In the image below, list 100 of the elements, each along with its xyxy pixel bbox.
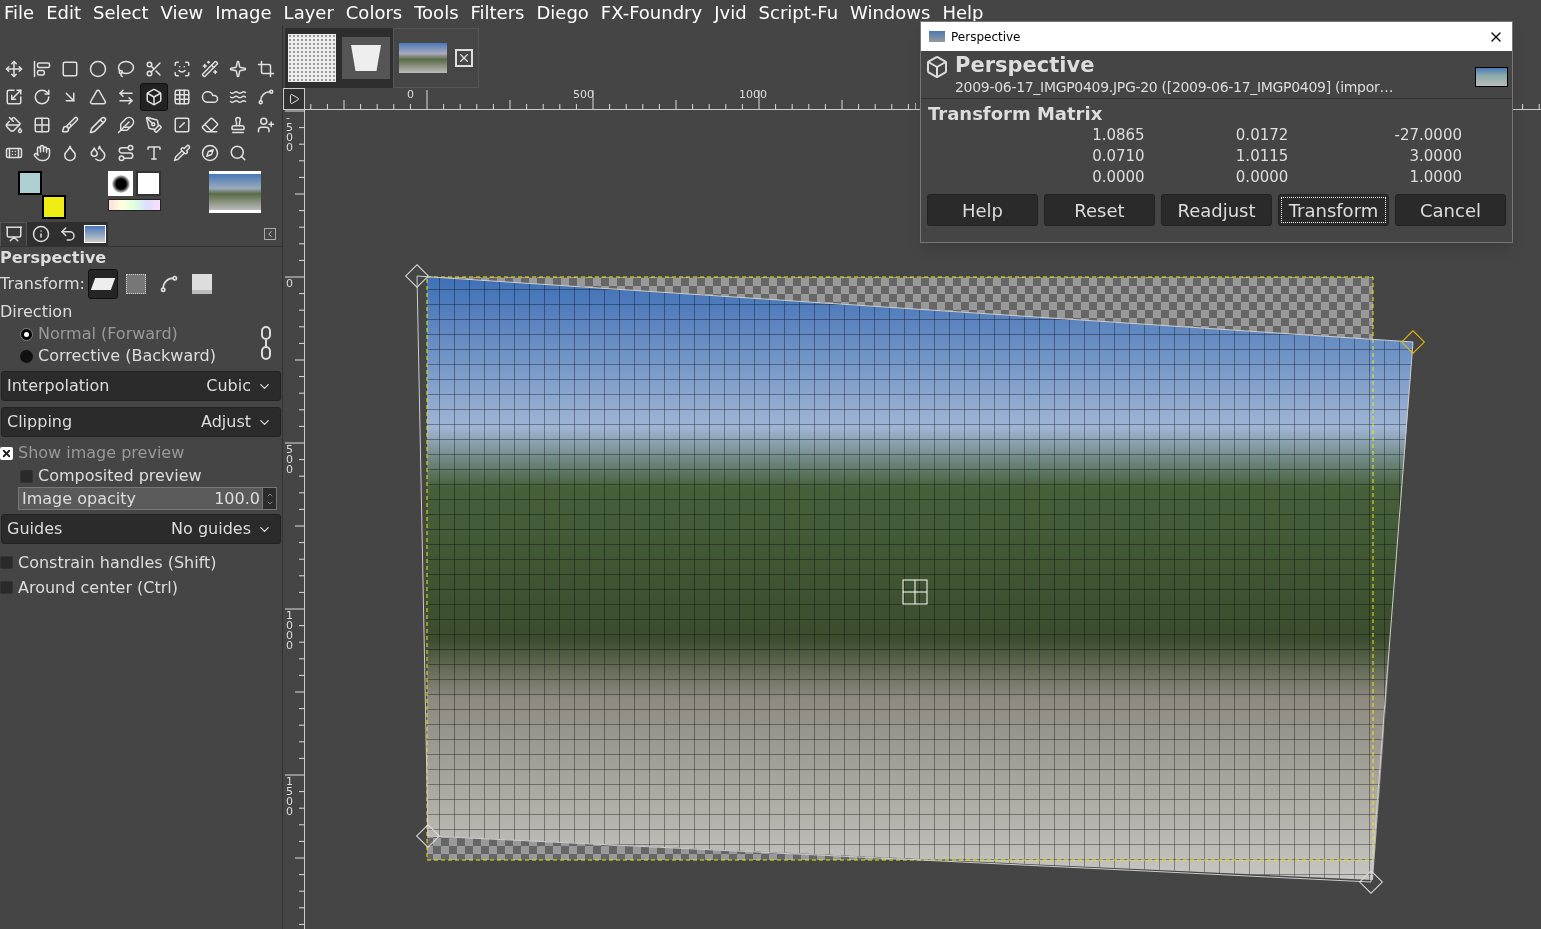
dropdown[interactable]: Clipping Adjust: [1, 407, 281, 437]
paint-bucket-icon: [5, 116, 23, 134]
checkbox-label: Around center (Ctrl): [18, 576, 178, 599]
radio-label: Corrective (Backward): [38, 345, 216, 367]
menu-item[interactable]: FX-Foundry: [600, 3, 703, 22]
dropdown-label: Guides: [7, 518, 63, 540]
arrows-icon: [117, 88, 135, 106]
opacity-slider[interactable]: Image opacity 100.0: [18, 487, 277, 510]
checkbox[interactable]: [20, 469, 33, 483]
dock-tab[interactable]: [81, 221, 108, 246]
stamp-icon: [229, 116, 247, 134]
dialog-button[interactable]: Help: [927, 194, 1038, 226]
menu-item[interactable]: Select: [93, 3, 149, 22]
droplets-icon: [89, 144, 107, 162]
menu-item[interactable]: Image: [215, 3, 272, 22]
matrix-value: 1.0000: [1408, 167, 1462, 188]
rotate-icon: [33, 88, 51, 106]
image-tab[interactable]: [285, 28, 339, 88]
undo-icon: [58, 224, 77, 243]
matrix-value: 0.0710: [1091, 146, 1146, 167]
photo-placeholder: [1475, 67, 1508, 87]
dropdown-label: Clipping: [7, 411, 73, 433]
menu-item[interactable]: Edit: [46, 3, 81, 22]
image-tab[interactable]: [393, 28, 479, 88]
cube-icon: [925, 55, 949, 79]
radio-label: Normal (Forward): [38, 323, 178, 345]
brush-preview[interactable]: [108, 171, 133, 196]
navigate-button[interactable]: [283, 88, 305, 110]
dropdown-value: Adjust: [201, 411, 251, 433]
square-icon: [61, 60, 79, 78]
easel-icon: [4, 225, 23, 243]
corner-handle: [1401, 330, 1425, 354]
ruler-label: 500: [286, 445, 294, 475]
dock-tab[interactable]: [0, 221, 27, 246]
brush-thumbnail: [342, 37, 390, 79]
collapse-icon[interactable]: [264, 227, 276, 240]
dialog-button[interactable]: Readjust: [1161, 194, 1272, 226]
ruler-label: 500: [573, 88, 594, 102]
app-icon: [929, 31, 945, 42]
photo-placeholder: [399, 43, 447, 73]
menu-item[interactable]: Filters: [470, 3, 525, 22]
dropdown[interactable]: Interpolation Cubic: [1, 371, 281, 401]
droplet-icon: [61, 144, 79, 162]
menu-item[interactable]: Jvid: [714, 3, 747, 22]
pattern-preview[interactable]: [136, 171, 161, 196]
dialog-button[interactable]: Transform: [1278, 194, 1389, 226]
transform-mode-button[interactable]: [88, 269, 118, 299]
photo-placeholder[interactable]: [209, 171, 261, 213]
pen-icon: [145, 116, 163, 134]
menu-item[interactable]: Tools: [414, 3, 459, 22]
checkbox[interactable]: [0, 446, 13, 460]
check-icon: [1, 447, 12, 459]
checkbox-label: Composited preview: [38, 465, 202, 487]
circle-icon: [89, 60, 107, 78]
image-icon: [192, 274, 212, 294]
pivot-handle: [902, 579, 928, 605]
menu-item[interactable]: View: [160, 3, 204, 22]
wand-icon: [201, 60, 219, 78]
gradient-preview[interactable]: [108, 199, 161, 211]
direction-label: Direction: [0, 301, 74, 323]
dropdown-value: No guides: [171, 518, 251, 540]
menu-item[interactable]: Script-Fu: [758, 3, 839, 22]
dock-tab[interactable]: [54, 221, 81, 246]
window-title: Perspective: [951, 28, 1022, 46]
menu-item[interactable]: Colors: [345, 3, 403, 22]
tool-button[interactable]: [140, 83, 168, 111]
checkbox[interactable]: [0, 581, 13, 594]
dialog-button[interactable]: Cancel: [1395, 194, 1506, 226]
menu-item[interactable]: File: [4, 3, 35, 22]
matrix-value: -27.0000: [1393, 125, 1462, 146]
radio-button[interactable]: [20, 349, 33, 363]
pattern-thumbnail: [288, 34, 336, 82]
sparkle-icon: [229, 60, 247, 78]
options-title: Perspective: [0, 247, 108, 269]
image-thumbnail: [83, 224, 106, 243]
menu-item[interactable]: Diego: [536, 3, 589, 22]
menu-item[interactable]: Layer: [283, 3, 334, 22]
feather-icon: [117, 116, 135, 134]
close-icon[interactable]: [455, 49, 473, 67]
compass-icon: [201, 144, 219, 162]
lasso-icon: [117, 60, 135, 78]
matrix-value: 1.0865: [1091, 125, 1146, 146]
menu-item[interactable]: Windows: [850, 3, 931, 22]
radio-button[interactable]: [20, 327, 33, 341]
background-color-swatch[interactable]: [42, 195, 66, 219]
dock-tab[interactable]: [27, 221, 54, 246]
slider-label: Image opacity: [21, 487, 137, 510]
eraser-icon: [201, 116, 219, 134]
cube-icon: [145, 88, 163, 106]
foreground-color-swatch[interactable]: [18, 171, 42, 195]
checkbox-label: Constrain handles (Shift): [18, 551, 217, 574]
ruler-label: 1500: [286, 777, 294, 817]
dropdown[interactable]: Guides No guides: [1, 514, 281, 544]
ruler-label: 1000: [739, 88, 767, 102]
matrix-value: 3.0000: [1408, 146, 1462, 167]
image-tab[interactable]: [339, 28, 393, 88]
dialog-button[interactable]: Reset: [1044, 194, 1155, 226]
waves-icon: [229, 88, 247, 106]
menu-item[interactable]: Help: [942, 3, 984, 22]
checkbox[interactable]: [0, 556, 13, 569]
